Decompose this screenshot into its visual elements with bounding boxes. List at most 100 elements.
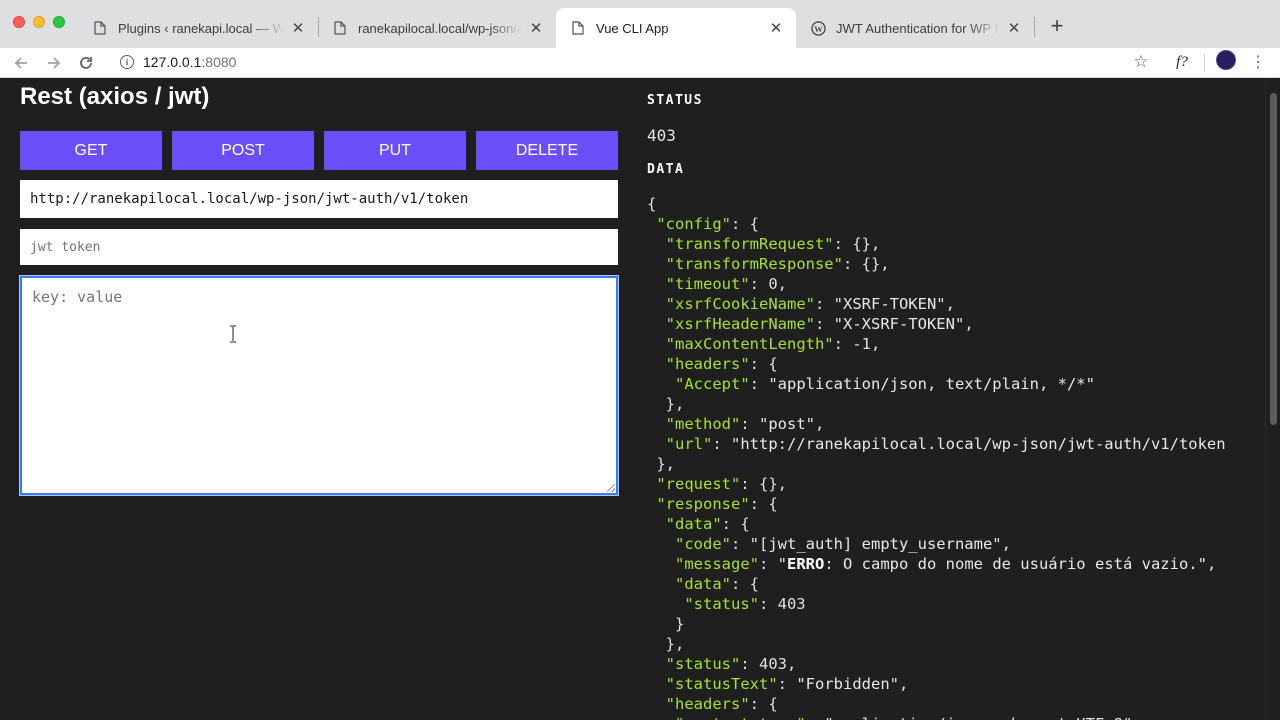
jwt-token-input[interactable]: jwt token [20,229,618,265]
address-host: 127.0.0.1 [143,54,202,70]
bookmark-star-icon[interactable]: ☆ [1130,51,1152,73]
json-punct [647,295,666,313]
json-line: "url": "http://ranekapilocal.local/wp-js… [647,434,1226,454]
close-tab-icon[interactable]: ✕ [768,20,784,37]
json-punct [647,715,675,720]
tab-title: ranekapilocal.local/wp-json/ap [358,20,522,36]
json-key: "transformRequest" [665,235,834,253]
json-line: "method": "post", [647,414,1226,434]
data-label: DATA [647,162,685,177]
json-line: "config": { [647,214,1226,234]
json-value: "application/json, text/plain, */*" [768,375,1095,393]
json-value: "XSRF-TOKEN" [833,295,946,313]
json-punct [647,255,666,273]
json-punct: : { [749,695,778,713]
json-punct: : 403 [758,595,806,613]
put-button[interactable]: PUT [324,131,466,170]
json-line: "Accept": "application/json, text/plain,… [647,374,1226,394]
json-punct [647,695,666,713]
extension-f-button[interactable]: f? [1170,51,1194,73]
close-tab-icon[interactable]: ✕ [528,20,544,37]
browser-tab-jwt-authentication[interactable]: W JWT Authentication for WP RE ✕ [796,8,1034,48]
json-value: "X-XSRF-TOKEN" [833,315,965,333]
new-tab-button[interactable]: + [1045,13,1069,38]
document-icon [570,20,586,36]
json-punct: , [964,315,974,333]
json-punct: : -1, [833,335,881,353]
json-value: "[jwt_auth] empty_username" [749,535,1002,553]
close-window-button[interactable] [13,16,25,28]
browser-tab-wp-json[interactable]: ranekapilocal.local/wp-json/ap ✕ [318,8,556,48]
json-key: "status" [684,595,759,613]
json-punct: : 0, [749,275,787,293]
json-punct: , [898,675,909,693]
json-key: "response" [656,495,750,513]
json-key: "data" [665,515,722,533]
json-punct: : [814,315,834,333]
json-key: "request" [656,475,741,493]
minimize-window-button[interactable] [33,16,45,28]
zoom-window-button[interactable] [53,16,65,28]
json-punct: : [712,435,732,453]
json-key: "config" [656,215,731,233]
json-punct [647,235,666,253]
json-punct: }, [647,455,675,473]
json-key: "Accept" [675,375,750,393]
json-punct: : 403, [740,655,797,673]
json-line: "transformResponse": {}, [647,254,1226,274]
json-punct [647,275,666,293]
json-punct [647,555,675,573]
tab-title: JWT Authentication for WP RE [836,20,1000,36]
document-icon [92,20,108,36]
browser-tab-vue-cli-app[interactable]: Vue CLI App ✕ [556,8,796,48]
json-line: "status": 403 [647,594,1226,614]
json-punct: : [777,675,797,693]
get-button[interactable]: GET [20,131,162,170]
post-button[interactable]: POST [172,131,314,170]
json-punct: , [1001,535,1011,553]
json-key: "data" [675,575,731,593]
json-key: "url" [665,435,713,453]
json-punct: : { [749,355,778,373]
close-tab-icon[interactable]: ✕ [290,20,306,37]
profile-avatar[interactable] [1216,50,1236,70]
close-tab-icon[interactable]: ✕ [1006,20,1022,37]
site-info-icon[interactable]: i [120,55,134,69]
browser-menu-icon[interactable]: ⋮ [1250,51,1266,73]
document-icon [332,20,348,36]
forward-arrow-icon[interactable] [42,51,66,75]
json-punct: : [740,415,759,433]
json-punct [647,375,675,393]
page-scrollbar[interactable] [1265,79,1280,720]
json-value: : O campo do nome de usuário está vazio.… [824,555,1207,573]
scrollbar-thumb[interactable] [1270,93,1277,425]
reload-icon[interactable] [74,51,98,75]
json-value: " [777,555,788,573]
url-input[interactable]: http://ranekapilocal.local/wp-json/jwt-a… [20,180,618,218]
address-port: :8080 [201,54,237,70]
json-punct: }, [647,395,685,413]
json-punct: : [731,535,750,553]
json-punct [647,495,656,513]
json-punct: : [749,375,769,393]
body-placeholder: key: value [32,288,123,306]
json-punct [647,595,684,613]
json-line: "xsrfHeaderName": "X-XSRF-TOKEN", [647,314,1226,334]
json-punct [647,575,675,593]
json-key: "status" [665,655,741,673]
browser-tab-plugins[interactable]: Plugins ‹ ranekapi.local — Wor ✕ [78,8,318,48]
json-punct: }, [647,635,685,653]
back-arrow-icon[interactable] [9,51,33,75]
json-value: ERRO [787,555,825,573]
json-punct [647,215,656,233]
json-value: "post" [759,415,815,433]
resize-handle[interactable] [607,484,615,492]
body-textarea[interactable]: key: value [19,275,619,496]
json-value: "Forbidden" [796,675,899,693]
delete-button[interactable]: DELETE [476,131,618,170]
json-punct: : [759,555,778,573]
json-line: "status": 403, [647,654,1226,674]
json-line: "message": "ERRO: O campo do nome de usu… [647,554,1226,574]
json-key: "content-type" [675,715,806,720]
address-bar[interactable]: i 127.0.0.1:8080 [108,48,1168,76]
